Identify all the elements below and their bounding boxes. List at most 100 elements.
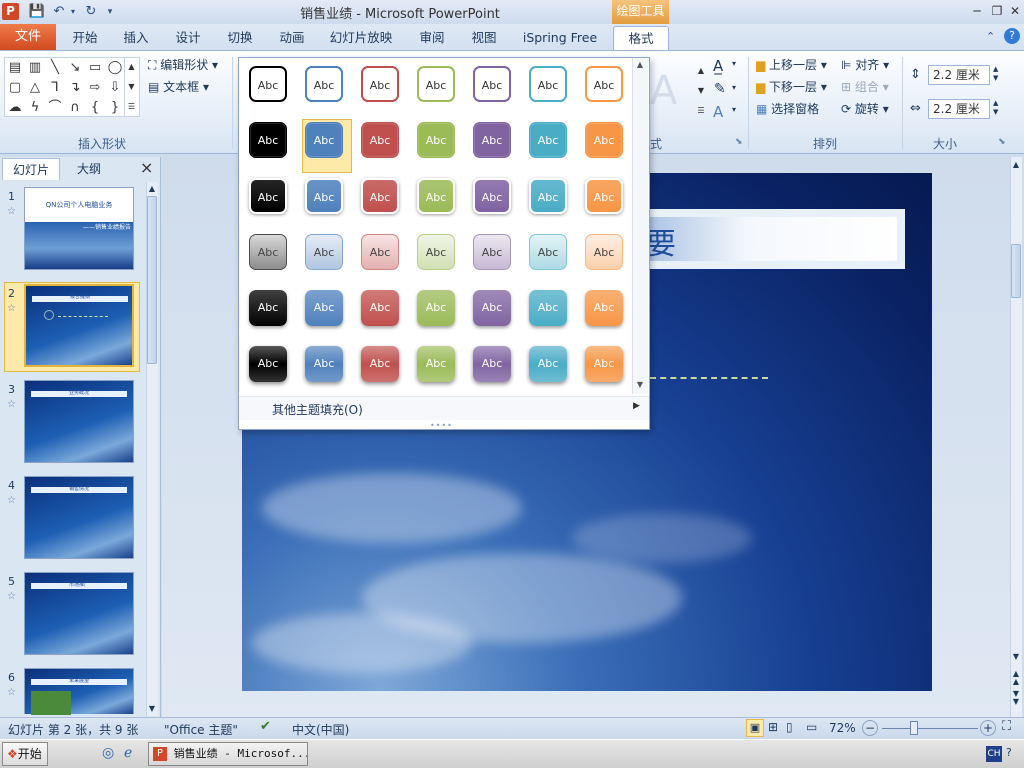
undo-icon[interactable]: ↶ [50, 3, 68, 21]
shape-style-swatch[interactable]: Abc [529, 346, 567, 382]
shape-height-input[interactable]: 2.2 厘米 [928, 65, 990, 85]
shapes-gallery-scroll[interactable]: ▲ ▼ ☰ [124, 57, 138, 117]
shape-style-swatch[interactable]: Abc [473, 290, 511, 326]
slide-sorter-icon[interactable]: ⊞ [768, 720, 778, 734]
help-tray-icon[interactable]: ? [1006, 746, 1012, 759]
shape-style-swatch[interactable]: Abc [361, 66, 399, 102]
zoom-slider-thumb[interactable] [910, 721, 918, 735]
shape-style-swatch[interactable]: Abc [529, 234, 567, 270]
minimize-icon[interactable]: ─ [966, 2, 988, 20]
ie-icon[interactable]: ℯ [124, 745, 132, 761]
language-status[interactable]: 中文(中国) [292, 721, 349, 738]
slide-thumbnail-5[interactable]: 市场推广 [24, 572, 134, 655]
shape-style-swatch[interactable]: Abc [585, 178, 623, 214]
shape-style-swatch[interactable]: Abc [417, 234, 455, 270]
close-icon[interactable]: ✕ [1004, 2, 1024, 20]
tab-animations[interactable]: 动画 [270, 26, 314, 50]
tab-review[interactable]: 审阅 [410, 26, 454, 50]
shape-style-swatch[interactable]: Abc [473, 66, 511, 102]
text-fill-icon[interactable]: A̲ [713, 57, 723, 75]
slide-title-box[interactable] [645, 217, 897, 261]
start-button[interactable]: ❖开始 [2, 742, 48, 766]
gallery-scroll-down-icon[interactable]: ▼ [633, 380, 647, 389]
arrow-line-shape-icon[interactable]: ↘ [66, 59, 84, 77]
shape-style-swatch[interactable]: Abc [305, 178, 343, 214]
powerpoint-logo-icon[interactable]: P [2, 3, 19, 20]
lightning-shape-icon[interactable]: ϟ [26, 99, 44, 117]
customize-quick-access-icon[interactable]: ▾ [104, 3, 116, 21]
tab-format[interactable]: 格式 [613, 26, 669, 50]
slide-area-scrollbar[interactable] [1010, 157, 1022, 717]
tab-transitions[interactable]: 切换 [218, 26, 262, 50]
scrollbar-thumb[interactable] [1011, 244, 1021, 298]
shape-style-swatch[interactable]: Abc [585, 234, 623, 270]
dialog-launcher-icon[interactable]: ⬊ [735, 137, 743, 147]
textbox-shape-icon[interactable]: ▤ [6, 59, 24, 77]
shape-style-swatch[interactable]: Abc [305, 234, 343, 270]
tab-outline[interactable]: 大纲 [60, 158, 118, 180]
wordart-preview[interactable]: A [650, 61, 694, 121]
slide-thumbnail-3[interactable]: 业务概况 [24, 380, 134, 463]
shape-style-swatch[interactable]: Abc [473, 346, 511, 382]
undo-dropdown-icon[interactable]: ▾ [68, 3, 78, 21]
shape-style-swatch[interactable]: Abc [249, 178, 287, 214]
group-button[interactable]: ⊞ 组合 ▾ [841, 77, 889, 97]
oval-shape-icon[interactable]: ◯ [106, 59, 124, 77]
shape-style-swatch[interactable]: Abc [585, 122, 623, 158]
height-spinner-icon[interactable]: ▲ ▼ [993, 65, 998, 83]
help-icon[interactable]: ? [1004, 28, 1020, 44]
vertical-textbox-shape-icon[interactable]: ▥ [26, 59, 44, 77]
quicklaunch-icon[interactable]: ◎ [102, 745, 114, 761]
shape-style-swatch[interactable]: Abc [585, 290, 623, 326]
tab-ispring[interactable]: iSpring Free [516, 26, 604, 50]
scroll-down-icon[interactable]: ▼ [1010, 652, 1022, 661]
save-icon[interactable]: 💾 [28, 3, 46, 21]
next-slide-icon[interactable]: ▼ ▼ [1010, 690, 1022, 706]
taskbar-powerpoint-button[interactable]: P 销售业绩 - Microsof... [148, 742, 308, 766]
shape-style-swatch[interactable]: Abc [361, 178, 399, 214]
shape-style-swatch[interactable]: Abc [249, 346, 287, 382]
proofing-icon[interactable]: ✔ [260, 719, 271, 734]
reading-view-icon[interactable]: ▯ [786, 720, 793, 734]
tab-slideshow[interactable]: 幻灯片放映 [322, 26, 400, 50]
redo-icon[interactable]: ↻ [82, 3, 100, 21]
fit-to-window-icon[interactable]: ⛶ [1002, 719, 1011, 734]
selection-pane-button[interactable]: ▦ 选择窗格 [756, 99, 819, 119]
scroll-down-icon[interactable]: ▼ [146, 704, 158, 713]
right-arrow-shape-icon[interactable]: ⇨ [86, 79, 104, 97]
freeform-shape-icon[interactable]: ☁ [6, 99, 24, 117]
resize-grip-icon[interactable]: •••• [430, 421, 454, 430]
shape-style-swatch[interactable]: Abc [361, 290, 399, 326]
brace-shape-icon[interactable]: { [86, 99, 104, 117]
bring-forward-button[interactable]: ▆ 上移一层 ▾ [756, 55, 827, 75]
shape-style-swatch[interactable]: Abc [417, 66, 455, 102]
theme-status[interactable]: "Office 主题" [164, 721, 238, 738]
send-backward-button[interactable]: ▆ 下移一层 ▾ [756, 77, 827, 97]
collapse-ribbon-icon[interactable]: ⌃ [986, 30, 995, 43]
slide-thumbnail-4[interactable]: 销售情况 [24, 476, 134, 559]
shape-style-swatch[interactable]: Abc [361, 346, 399, 382]
dialog-launcher-icon[interactable]: ⬊ [998, 137, 1006, 147]
slide-thumbnail-2[interactable]: 报告提纲 [24, 284, 134, 367]
wordart-gallery-scroll[interactable]: ▲ ▼ ☰ [696, 61, 706, 121]
shape-style-swatch[interactable]: Abc [529, 66, 567, 102]
shape-style-swatch[interactable]: Abc [529, 122, 567, 158]
chevron-down-icon[interactable]: ▾ [732, 59, 736, 68]
text-outline-icon[interactable]: ✎ [714, 81, 726, 97]
shape-style-swatch[interactable]: Abc [249, 122, 287, 158]
rectangle-shape-icon[interactable]: ▭ [86, 59, 104, 77]
shape-style-swatch[interactable]: Abc [585, 66, 623, 102]
text-box-button[interactable]: ▤ 文本框 ▾ [148, 77, 209, 97]
shape-width-input[interactable]: 2.2 厘米 [928, 99, 990, 119]
rounded-rect-shape-icon[interactable]: ▢ [6, 79, 24, 97]
tab-design[interactable]: 设计 [166, 26, 210, 50]
edit-shape-button[interactable]: ⛶ 编辑形状 ▾ [148, 55, 218, 75]
tab-insert[interactable]: 插入 [114, 26, 158, 50]
rotate-button[interactable]: ⟳ 旋转 ▾ [841, 99, 889, 119]
shape-style-swatch[interactable]: Abc [305, 346, 343, 382]
zoom-out-icon[interactable]: − [862, 720, 878, 736]
shape-style-swatch[interactable]: Abc [585, 346, 623, 382]
gallery-scroll-up-icon[interactable]: ▲ [633, 60, 647, 69]
scroll-up-icon[interactable]: ▲ [146, 184, 158, 193]
shape-style-swatch[interactable]: Abc [249, 290, 287, 326]
